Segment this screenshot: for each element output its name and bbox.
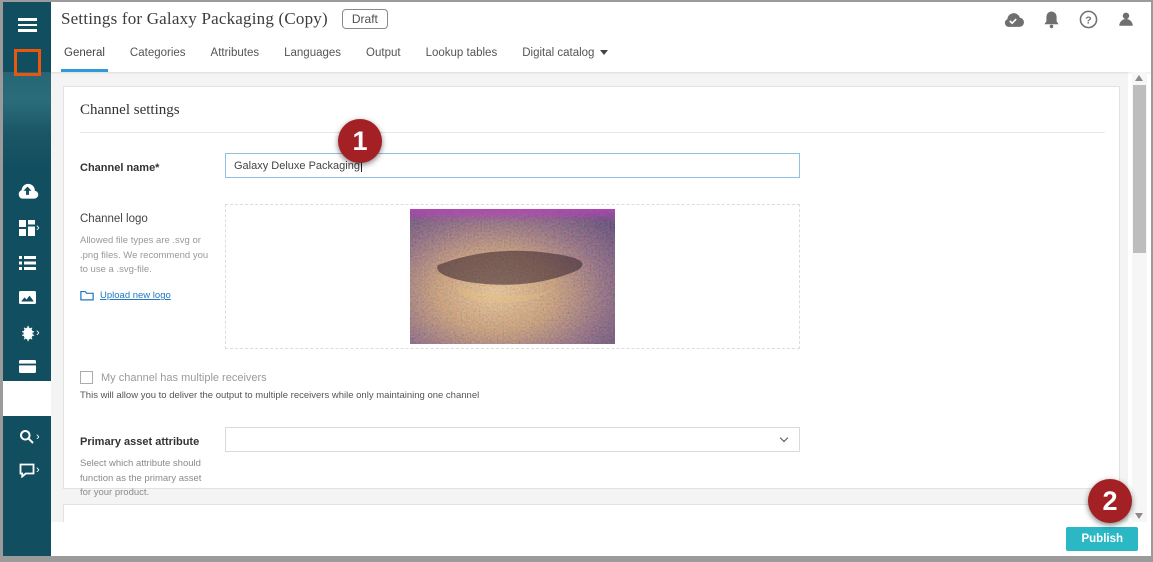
chevron-right-icon: › bbox=[36, 432, 40, 443]
annotation-step-1: 1 bbox=[338, 119, 382, 163]
scroll-down-arrow-icon[interactable] bbox=[1135, 513, 1143, 519]
multiple-receivers-checkbox[interactable] bbox=[80, 371, 93, 384]
channel-logo-label: Channel logo bbox=[80, 213, 148, 225]
chevron-down-icon bbox=[780, 434, 788, 442]
publish-button[interactable]: Publish bbox=[1066, 527, 1138, 551]
app-window: › › › › Settings for Galaxy Packag bbox=[0, 0, 1153, 562]
vertical-scrollbar[interactable] bbox=[1132, 72, 1147, 522]
next-section-panel bbox=[63, 504, 1120, 522]
dashboard-icon[interactable]: › bbox=[3, 220, 51, 236]
upload-new-logo-link[interactable]: Upload new logo bbox=[80, 290, 225, 301]
brand-logo-icon[interactable] bbox=[3, 49, 51, 76]
upload-cloud-icon[interactable] bbox=[3, 182, 51, 199]
chevron-right-icon: › bbox=[36, 223, 40, 234]
channel-logo-row: Channel logo Allowed file types are .svg… bbox=[80, 204, 1103, 349]
settings-gear-icon[interactable]: › bbox=[3, 325, 51, 342]
divider bbox=[80, 132, 1105, 133]
dropdown-caret-icon bbox=[600, 50, 608, 55]
primary-asset-select[interactable] bbox=[225, 427, 800, 452]
multiple-receivers-row: My channel has multiple receivers This w… bbox=[80, 371, 1103, 401]
menu-icon[interactable] bbox=[3, 18, 51, 32]
help-icon[interactable]: ? bbox=[1079, 10, 1098, 29]
svg-text:?: ? bbox=[1085, 15, 1091, 26]
channel-logo-image bbox=[410, 209, 615, 344]
channel-logo-helper: Allowed file types are .svg or .png file… bbox=[80, 234, 212, 278]
channel-name-row: Channel name* Galaxy Deluxe Packaging bbox=[80, 153, 1103, 178]
primary-asset-helper: Select which attribute should function a… bbox=[80, 457, 212, 501]
top-bar: Settings for Galaxy Packaging (Copy) Dra… bbox=[51, 2, 1151, 36]
sidebar-divider bbox=[3, 381, 51, 416]
scroll-up-arrow-icon[interactable] bbox=[1135, 75, 1143, 81]
channels-window-icon[interactable] bbox=[3, 360, 51, 373]
list-icon[interactable] bbox=[3, 256, 51, 270]
tab-general[interactable]: General bbox=[61, 36, 108, 72]
channel-name-label: Channel name* bbox=[80, 162, 159, 174]
tab-bar: General Categories Attributes Languages … bbox=[51, 36, 1151, 72]
primary-asset-row: Primary asset attribute Select which att… bbox=[80, 427, 1103, 501]
channel-settings-panel: Channel settings Channel name* Galaxy De… bbox=[63, 86, 1120, 489]
tab-output[interactable]: Output bbox=[363, 36, 404, 72]
chevron-right-icon: › bbox=[36, 465, 40, 476]
sync-cloud-icon[interactable] bbox=[1002, 12, 1024, 27]
logo-dropzone[interactable] bbox=[225, 204, 800, 349]
scrollbar-thumb[interactable] bbox=[1133, 85, 1146, 253]
folder-icon bbox=[80, 290, 94, 301]
messages-icon[interactable]: › bbox=[3, 463, 51, 478]
channel-name-input[interactable]: Galaxy Deluxe Packaging bbox=[225, 153, 800, 178]
footer-bar: Publish bbox=[51, 522, 1151, 556]
notifications-bell-icon[interactable] bbox=[1043, 10, 1060, 29]
tab-attributes[interactable]: Attributes bbox=[208, 36, 263, 72]
tab-lookup-tables[interactable]: Lookup tables bbox=[423, 36, 501, 72]
top-bar-icons: ? bbox=[1002, 10, 1151, 29]
main-area: Settings for Galaxy Packaging (Copy) Dra… bbox=[51, 2, 1151, 556]
annotation-step-2: 2 bbox=[1088, 479, 1132, 523]
search-icon[interactable]: › bbox=[3, 429, 51, 445]
panel-title: Channel settings bbox=[80, 102, 1103, 119]
status-badge: Draft bbox=[342, 9, 388, 29]
chevron-right-icon: › bbox=[36, 328, 40, 339]
multiple-receivers-label[interactable]: My channel has multiple receivers bbox=[101, 372, 267, 384]
account-person-icon[interactable] bbox=[1117, 10, 1135, 28]
media-icon[interactable] bbox=[3, 291, 51, 304]
primary-asset-label: Primary asset attribute bbox=[80, 436, 199, 448]
content-area: Channel settings Channel name* Galaxy De… bbox=[51, 72, 1151, 522]
tab-digital-catalog[interactable]: Digital catalog bbox=[519, 36, 611, 72]
sidebar-background-image bbox=[3, 72, 51, 168]
multiple-receivers-helper: This will allow you to deliver the outpu… bbox=[80, 390, 1103, 401]
sidebar: › › › › bbox=[3, 2, 51, 556]
tab-languages[interactable]: Languages bbox=[281, 36, 344, 72]
tab-categories[interactable]: Categories bbox=[127, 36, 189, 72]
page-title: Settings for Galaxy Packaging (Copy) bbox=[61, 9, 328, 29]
